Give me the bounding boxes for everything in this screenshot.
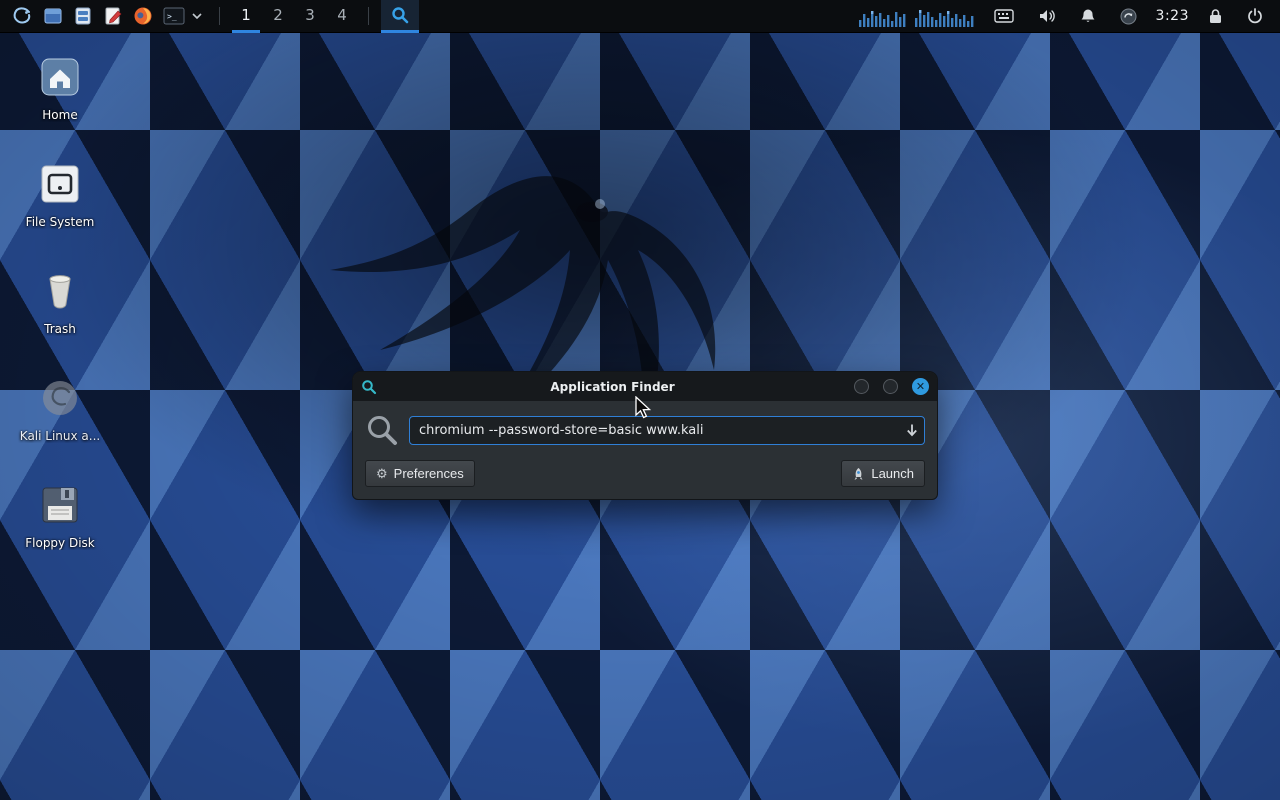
home-icon bbox=[39, 56, 81, 98]
keyboard-icon bbox=[994, 9, 1014, 23]
screen-lock-button[interactable] bbox=[1203, 0, 1228, 33]
audio-spectrum-visualizer bbox=[859, 5, 977, 27]
command-combobox bbox=[409, 416, 925, 445]
chevron-down-icon bbox=[192, 13, 202, 19]
terminal-icon: >_ bbox=[163, 6, 185, 26]
file-manager-launcher[interactable] bbox=[38, 0, 68, 33]
panel-clock[interactable]: 3:23 bbox=[1156, 8, 1189, 24]
floppy-icon bbox=[39, 484, 81, 526]
panel-separator bbox=[219, 7, 220, 25]
launch-button[interactable]: Launch bbox=[841, 460, 925, 487]
desktop-icon-trash[interactable]: Trash bbox=[12, 270, 108, 336]
terminal-dropdown-chevron[interactable] bbox=[192, 0, 207, 33]
kali-menu-button[interactable] bbox=[6, 0, 38, 33]
desktop-icon-file-system[interactable]: File System bbox=[12, 163, 108, 229]
window-title: Application Finder bbox=[385, 380, 840, 394]
system-tray: 3:23 bbox=[989, 0, 1268, 33]
volume-control[interactable] bbox=[1033, 0, 1061, 33]
svg-text:>_: >_ bbox=[167, 12, 177, 21]
keyboard-layout-indicator[interactable] bbox=[989, 0, 1019, 33]
document-edit-icon bbox=[103, 6, 123, 26]
kali-logo-icon bbox=[11, 5, 33, 27]
desktop-icon-home[interactable]: Home bbox=[12, 56, 108, 122]
power-icon bbox=[1247, 8, 1263, 24]
minimize-button[interactable] bbox=[854, 379, 869, 394]
window-icon bbox=[43, 6, 63, 26]
updates-indicator[interactable] bbox=[1115, 0, 1142, 33]
launch-label: Launch bbox=[871, 466, 914, 481]
workspace-2[interactable]: 2 bbox=[264, 0, 292, 33]
lock-icon bbox=[1208, 8, 1223, 24]
trash-icon bbox=[39, 270, 81, 312]
logout-button[interactable] bbox=[1242, 0, 1268, 33]
kali-circle-icon bbox=[39, 377, 81, 419]
file-cabinet-launcher[interactable] bbox=[68, 0, 98, 33]
bell-icon bbox=[1080, 8, 1096, 24]
notifications[interactable] bbox=[1075, 0, 1101, 33]
text-editor-launcher[interactable] bbox=[98, 0, 128, 33]
workspace-switcher: 1 2 3 4 bbox=[232, 0, 356, 33]
search-icon-large bbox=[365, 413, 399, 447]
speaker-icon bbox=[1038, 8, 1056, 24]
command-input[interactable] bbox=[409, 416, 925, 445]
file-system-icon bbox=[39, 163, 81, 205]
combobox-arrow-icon[interactable] bbox=[905, 423, 919, 437]
drawer-icon bbox=[73, 6, 93, 26]
application-finder-window: Application Finder ✕ ⚙ Preferences bbox=[352, 371, 938, 500]
top-panel: >_ 1 2 3 4 bbox=[0, 0, 1280, 33]
gear-icon: ⚙ bbox=[376, 467, 388, 480]
preferences-button[interactable]: ⚙ Preferences bbox=[365, 460, 475, 487]
panel-separator bbox=[368, 7, 369, 25]
mouse-cursor bbox=[634, 396, 656, 420]
desktop-icon-floppy-disk[interactable]: Floppy Disk bbox=[12, 484, 108, 550]
workspace-3[interactable]: 3 bbox=[296, 0, 324, 33]
maximize-button[interactable] bbox=[883, 379, 898, 394]
desktop-icon-kali-linux[interactable]: Kali Linux a... bbox=[12, 377, 108, 443]
terminal-launcher[interactable]: >_ bbox=[158, 0, 190, 33]
desktop-icon-label: Trash bbox=[12, 322, 108, 336]
search-icon bbox=[391, 6, 409, 24]
close-button[interactable]: ✕ bbox=[912, 378, 929, 395]
desktop-icon-label: Kali Linux a... bbox=[12, 429, 108, 443]
update-orb-icon bbox=[1120, 8, 1137, 25]
desktop-icon-label: Home bbox=[12, 108, 108, 122]
taskbar-application-finder[interactable] bbox=[381, 0, 419, 33]
firefox-icon bbox=[133, 6, 153, 26]
workspace-1[interactable]: 1 bbox=[232, 0, 260, 33]
launch-icon bbox=[852, 467, 865, 481]
firefox-launcher[interactable] bbox=[128, 0, 158, 33]
app-finder-window-icon bbox=[361, 379, 377, 395]
desktop-icon-label: Floppy Disk bbox=[12, 536, 108, 550]
preferences-label: Preferences bbox=[394, 466, 464, 481]
desktop-icon-label: File System bbox=[12, 215, 108, 229]
workspace-4[interactable]: 4 bbox=[328, 0, 356, 33]
